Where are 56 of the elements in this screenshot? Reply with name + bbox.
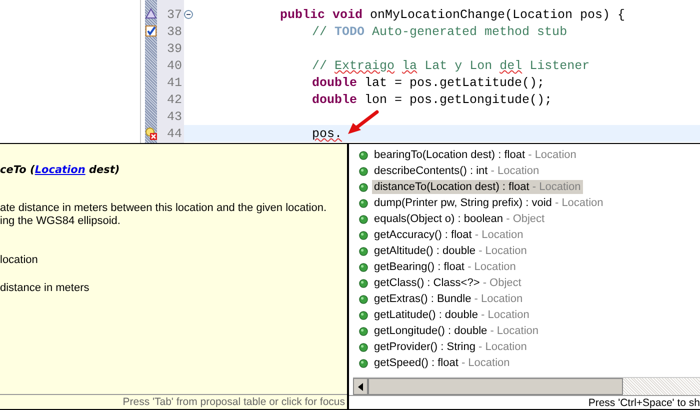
line-number: 44 <box>166 126 182 140</box>
method-icon <box>359 182 368 192</box>
parameter-text: location <box>0 254 39 266</box>
method-icon <box>359 150 368 160</box>
code-line: public void onMyLocationChange(Location pos) { <box>280 8 626 22</box>
code-line: double lon = pos.getLongitude(); <box>312 92 552 106</box>
code-line: // TODO Auto-generated method stub <box>312 24 568 38</box>
scroll-left-button[interactable] <box>353 378 368 395</box>
method-icon <box>359 246 368 256</box>
type-link[interactable]: Location <box>34 164 86 176</box>
code-line: // Extraigo la Lat y Lon del Listener <box>312 58 590 72</box>
line-number: 39 <box>166 42 182 56</box>
proposal-item[interactable]: getAltitude() : double - Location <box>372 244 529 258</box>
line-number: 40 <box>166 58 182 72</box>
proposal-item[interactable]: getExtras() : Bundle - Location <box>372 292 525 306</box>
line-number: 41 <box>166 76 182 90</box>
status-text: Press 'Ctrl+Space' to sh <box>349 395 700 409</box>
code-line: double lat = pos.getLatitude(); <box>312 76 545 90</box>
method-icon <box>359 310 368 320</box>
proposal-item[interactable]: getBearing() : float - Location <box>372 260 518 274</box>
proposal-item[interactable]: bearingTo(Location dest) : float - Location <box>372 148 578 162</box>
proposal-item[interactable]: getLatitude() : double - Location <box>372 308 532 322</box>
proposal-item[interactable]: getLongitude() : double - Location <box>372 324 541 338</box>
status-text: Press 'Tab' from proposal table or click for focus <box>0 394 347 409</box>
method-icon <box>359 278 368 288</box>
arrow-icon <box>347 110 379 136</box>
proposal-item[interactable]: getProvider() : String - Location <box>372 340 529 354</box>
line-number: 42 <box>166 92 182 106</box>
proposal-item[interactable]: distanceTo(Location dest) : float - Location <box>372 180 583 194</box>
proposal-item[interactable]: getSpeed() : float - Location <box>372 356 512 370</box>
code-line: pos. <box>312 126 342 140</box>
method-icon <box>359 198 368 208</box>
scrollbar-thumb[interactable] <box>368 378 623 395</box>
method-icon <box>359 262 368 272</box>
line-number: 38 <box>166 24 182 38</box>
proposal-item[interactable]: dump(Printer pw, String prefix) : void - Location <box>372 196 606 210</box>
method-icon <box>359 294 368 304</box>
proposal-item[interactable]: getAccuracy() : float - Location <box>372 228 526 242</box>
description-text: ate distance in meters between this location and the given location. <box>0 202 328 215</box>
line-number: 37 <box>166 8 182 22</box>
returns-text: distance in meters <box>0 282 90 294</box>
method-icon <box>359 358 368 368</box>
horizontal-scrollbar[interactable] <box>353 377 700 395</box>
method-icon <box>359 214 368 224</box>
proposal-item[interactable]: describeContents() : int - Location <box>372 164 542 178</box>
left-arrow-icon <box>358 382 363 390</box>
method-icon <box>359 326 368 336</box>
line-number: 43 <box>166 110 182 124</box>
collapse-icon[interactable] <box>184 10 193 19</box>
proposal-item[interactable]: getClass() : Class<?> - Object <box>372 276 524 290</box>
method-icon <box>359 166 368 176</box>
method-icon <box>359 230 368 240</box>
method-signature: ceTo (Location dest) <box>0 164 121 176</box>
proposal-item[interactable]: equals(Object o) : boolean - Object <box>372 212 547 226</box>
description-text: ing the WGS84 ellipsoid. <box>0 215 122 228</box>
method-icon <box>359 342 368 352</box>
